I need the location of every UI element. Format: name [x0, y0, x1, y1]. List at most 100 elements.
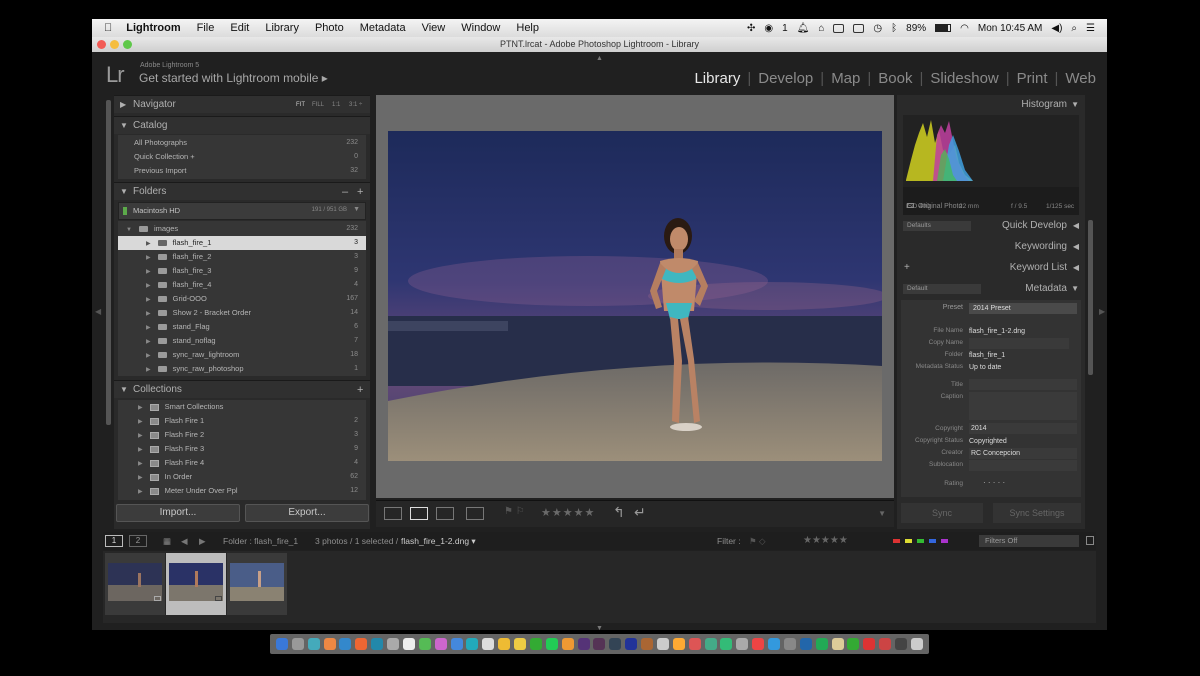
time-machine-icon[interactable]: ◷ [873, 23, 882, 34]
metadata-header[interactable]: Default Metadata ▼ [897, 279, 1085, 299]
compare-view-icon[interactable] [436, 507, 454, 520]
lightroom-dock-icon[interactable] [609, 638, 622, 650]
filter-lock-icon[interactable] [1086, 536, 1094, 545]
meta-value-file-name[interactable]: flash_fire_1-2.dng [969, 326, 1069, 337]
module-map[interactable]: Map [831, 70, 860, 87]
collections-header[interactable]: ▼ Collections + [114, 380, 370, 398]
module-web[interactable]: Web [1065, 70, 1096, 87]
module-develop[interactable]: Develop [758, 70, 813, 87]
filmstrip-thumbnail-selected[interactable] [166, 553, 226, 615]
flag-icon[interactable]: ⚑ ⚐ [504, 506, 525, 517]
app-icon[interactable] [704, 638, 717, 650]
app-icon[interactable] [498, 638, 511, 650]
folder-row-selected[interactable]: ▶ flash_fire_1 3 [118, 236, 366, 250]
meta-value-title[interactable] [969, 379, 1077, 390]
app-icon[interactable] [482, 638, 495, 650]
collection-row[interactable]: ▶ Flash Fire 44 [138, 456, 366, 470]
add-keyword-icon[interactable]: + [904, 258, 910, 278]
module-library[interactable]: Library [694, 70, 740, 87]
airplay-icon[interactable] [853, 23, 865, 33]
collection-row[interactable]: ▶ Flash Fire 23 [138, 428, 366, 442]
folder-row[interactable]: ▶ stand_Flag 6 [146, 320, 366, 334]
survey-view-icon[interactable] [466, 507, 484, 520]
menu-photo[interactable]: Photo [315, 22, 344, 34]
catalog-item[interactable]: Quick Collection + 0 [134, 150, 366, 164]
module-slideshow[interactable]: Slideshow [930, 70, 998, 87]
notes-icon[interactable] [514, 638, 527, 650]
bluetooth-icon[interactable]: ᛒ [891, 23, 897, 34]
navigator-header[interactable]: ▶ Navigator FIT FILL 1:1 3:1 ÷ [114, 95, 370, 113]
folder-row[interactable]: ▶ flash_fire_4 4 [146, 278, 366, 292]
top-panel-toggle-icon[interactable]: ▲ [596, 55, 603, 62]
folders-header[interactable]: ▼ Folders – + [114, 182, 370, 200]
app-icon[interactable] [879, 638, 892, 650]
excel-icon[interactable] [815, 638, 828, 650]
itunes-icon[interactable] [752, 638, 765, 650]
skype-icon[interactable] [466, 638, 479, 650]
battery-icon[interactable] [935, 24, 952, 32]
right-panel-toggle-icon[interactable]: ▶ [1099, 307, 1105, 316]
volume-row[interactable]: Macintosh HD 191 / 951 GB ▼ [118, 202, 366, 220]
folder-row[interactable]: ▶ sync_raw_photoshop 1 [146, 362, 366, 376]
menu-metadata[interactable]: Metadata [360, 22, 406, 34]
menu-window[interactable]: Window [461, 22, 500, 34]
app-icon[interactable] [450, 638, 463, 650]
app-icon[interactable] [847, 638, 860, 650]
zoom-custom[interactable]: 3:1 ÷ [349, 96, 362, 114]
toolbar-menu-icon[interactable]: ▼ [878, 509, 886, 518]
zoom-1-1[interactable]: 1:1 [332, 96, 340, 114]
catalog-item[interactable]: Previous Import 32 [134, 164, 366, 178]
keyword-list-header[interactable]: + Keyword List ◀ [897, 258, 1085, 278]
app-icon[interactable] [688, 638, 701, 650]
filmstrip-thumbnail[interactable] [105, 553, 165, 615]
illustrator-icon[interactable] [561, 638, 574, 650]
app-icon[interactable] [387, 638, 400, 650]
zoom-fill[interactable]: FILL [312, 96, 324, 114]
spotify-icon[interactable] [529, 638, 542, 650]
notification-center-icon[interactable]: ☰ [1086, 23, 1095, 34]
chrome-icon[interactable] [323, 638, 336, 650]
app-icon[interactable] [783, 638, 796, 650]
left-panel-scrollbar[interactable] [106, 100, 111, 425]
menu-file[interactable]: File [197, 22, 215, 34]
remove-folder-icon[interactable]: – [342, 183, 348, 201]
grid-view-icon[interactable] [384, 507, 402, 520]
folder-row[interactable]: ▶ flash_fire_2 3 [146, 250, 366, 264]
volume-menu-icon[interactable]: ▼ [353, 206, 360, 213]
preset-select[interactable]: 2014 Preset [969, 303, 1077, 314]
app-icon[interactable] [371, 638, 384, 650]
wifi-icon[interactable]: ◠ [960, 23, 969, 34]
grid-icon[interactable]: ▦ [163, 532, 171, 550]
export-button[interactable]: Export... [245, 504, 369, 522]
color-label-filter[interactable] [893, 539, 953, 543]
meta-value-copyright-status[interactable]: Copyrighted [969, 436, 1077, 447]
filter-stars[interactable]: ★★★★★ [803, 532, 848, 550]
loupe-view-icon[interactable] [410, 507, 428, 520]
selected-filename[interactable]: flash_fire_1-2.dng ▾ [401, 532, 476, 550]
collection-row[interactable]: ▶ Smart Collections [138, 400, 366, 414]
menu-library[interactable]: Library [265, 22, 299, 34]
histogram-header[interactable]: Histogram ▼ [897, 95, 1085, 115]
terminal-icon[interactable] [895, 638, 908, 650]
word-icon[interactable] [799, 638, 812, 650]
menu-help[interactable]: Help [516, 22, 539, 34]
sketch-icon[interactable] [672, 638, 685, 650]
collection-row[interactable]: ▶ Meter Under Over Ppl 12 [138, 484, 366, 498]
bell-icon[interactable]: 🔔︎ [797, 23, 810, 34]
menu-view[interactable]: View [422, 22, 446, 34]
app-icon[interactable] [434, 638, 447, 650]
second-window-button[interactable]: 2 [129, 535, 147, 547]
meta-value-caption[interactable] [969, 392, 1077, 420]
module-print[interactable]: Print [1017, 70, 1048, 87]
folder-row[interactable]: ▶ stand_noflag 7 [146, 334, 366, 348]
sync-button[interactable]: Sync [901, 503, 983, 523]
photoshop-icon[interactable] [625, 638, 638, 650]
minimize-window-button[interactable] [110, 40, 119, 49]
bottom-panel-toggle-icon[interactable]: ▼ [596, 625, 603, 632]
home-icon[interactable]: ⌂ [818, 23, 824, 34]
spotlight-search-icon[interactable]: ⌕ [1071, 23, 1077, 34]
folder-row[interactable]: ▶ Grid-OOO 167 [146, 292, 366, 306]
left-panel-toggle-icon[interactable]: ◀ [95, 307, 101, 316]
close-window-button[interactable] [97, 40, 106, 49]
filmstrip-thumbnail[interactable] [227, 553, 287, 615]
